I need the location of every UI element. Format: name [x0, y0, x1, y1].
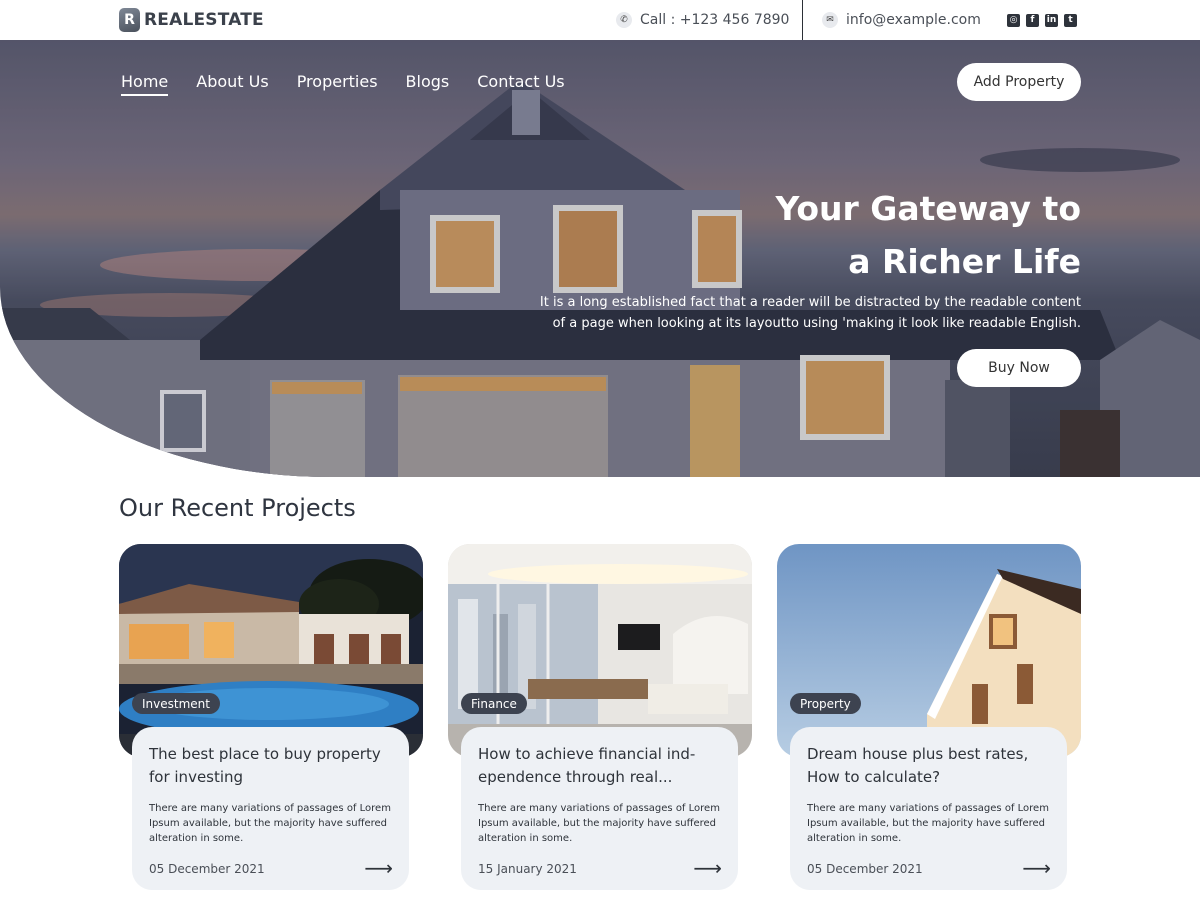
instagram-icon[interactable]: ◎ [1007, 14, 1020, 27]
facebook-icon[interactable]: f [1026, 14, 1039, 27]
mail-icon: ✉ [822, 12, 838, 28]
hero-subtitle-line-1: It is a long established fact that a rea… [539, 295, 1081, 310]
card-body: Dream house plus best rates, How to calc… [790, 727, 1067, 890]
arrow-right-icon[interactable]: ⟶ [364, 858, 393, 878]
section-title: Our Recent Projects [119, 494, 356, 522]
email-contact[interactable]: ✉ info@example.com [822, 12, 981, 28]
email-text: info@example.com [846, 12, 981, 28]
card-excerpt: There are many variations of passages of… [807, 803, 1049, 844]
card-date: 05 December 2021 [149, 862, 265, 876]
hero-title: Your Gateway to a Richer Life [661, 182, 1082, 288]
card-title[interactable]: How to achieve financial ind-ependence t… [478, 743, 721, 791]
hero-subtitle: It is a long established fact that a rea… [481, 292, 1081, 334]
modern-house-image [777, 544, 1081, 757]
card-excerpt: There are many variations of passages of… [149, 803, 391, 844]
card-title[interactable]: The best place to buy property for inves… [149, 743, 392, 791]
logo-mark-icon: R [119, 8, 140, 32]
phone-contact[interactable]: ✆ Call : +123 456 7890 [616, 12, 789, 28]
tag-badge: Investment [132, 693, 220, 714]
project-card[interactable]: Investment The best place to buy propert… [119, 544, 423, 890]
nav-blogs[interactable]: Blogs [406, 72, 450, 96]
twitter-icon[interactable]: t [1064, 14, 1077, 27]
card-date: 15 January 2021 [478, 862, 577, 876]
logo-text: REALESTATE [144, 10, 264, 30]
buy-now-button[interactable]: Buy Now [957, 349, 1081, 387]
tag-badge: Finance [461, 693, 527, 714]
phone-text: Call : +123 456 7890 [640, 12, 790, 28]
add-property-button[interactable]: Add Property [957, 63, 1081, 101]
nav-contact-us[interactable]: Contact Us [477, 72, 564, 96]
card-title[interactable]: Dream house plus best rates, How to calc… [807, 743, 1050, 791]
project-image-office [448, 544, 752, 757]
divider [802, 0, 803, 40]
office-interior-image [448, 544, 752, 757]
social-links: ◎ f in t [1007, 14, 1077, 27]
arrow-right-icon[interactable]: ⟶ [1022, 858, 1051, 878]
linkedin-icon[interactable]: in [1045, 14, 1058, 27]
hero-banner: Home About Us Properties Blogs Contact U… [0, 40, 1200, 477]
logo[interactable]: R REALESTATE [119, 8, 264, 32]
project-image-house [777, 544, 1081, 757]
card-date: 05 December 2021 [807, 862, 923, 876]
nav-properties[interactable]: Properties [297, 72, 378, 96]
project-card[interactable]: Finance How to achieve financial ind-epe… [448, 544, 752, 890]
top-bar: R REALESTATE ✆ Call : +123 456 7890 ✉ in… [0, 0, 1200, 40]
pool-villa-image [119, 544, 423, 757]
main-nav: Home About Us Properties Blogs Contact U… [121, 72, 565, 96]
nav-home[interactable]: Home [121, 72, 169, 96]
card-excerpt: There are many variations of passages of… [478, 803, 720, 844]
card-body: The best place to buy property for inves… [132, 727, 409, 890]
card-body: How to achieve financial ind-ependence t… [461, 727, 738, 890]
hero-title-line-2: a Richer Life [848, 242, 1081, 281]
nav-about-us[interactable]: About Us [196, 72, 268, 96]
project-card[interactable]: Property Dream house plus best rates, Ho… [777, 544, 1081, 890]
arrow-right-icon[interactable]: ⟶ [693, 858, 722, 878]
tag-badge: Property [790, 693, 861, 714]
hero-title-line-1: Your Gateway to [775, 189, 1082, 228]
phone-icon: ✆ [616, 12, 632, 28]
project-image-pool-villa [119, 544, 423, 757]
hero-subtitle-line-2: of a page when looking at its layoutto u… [552, 316, 1081, 331]
